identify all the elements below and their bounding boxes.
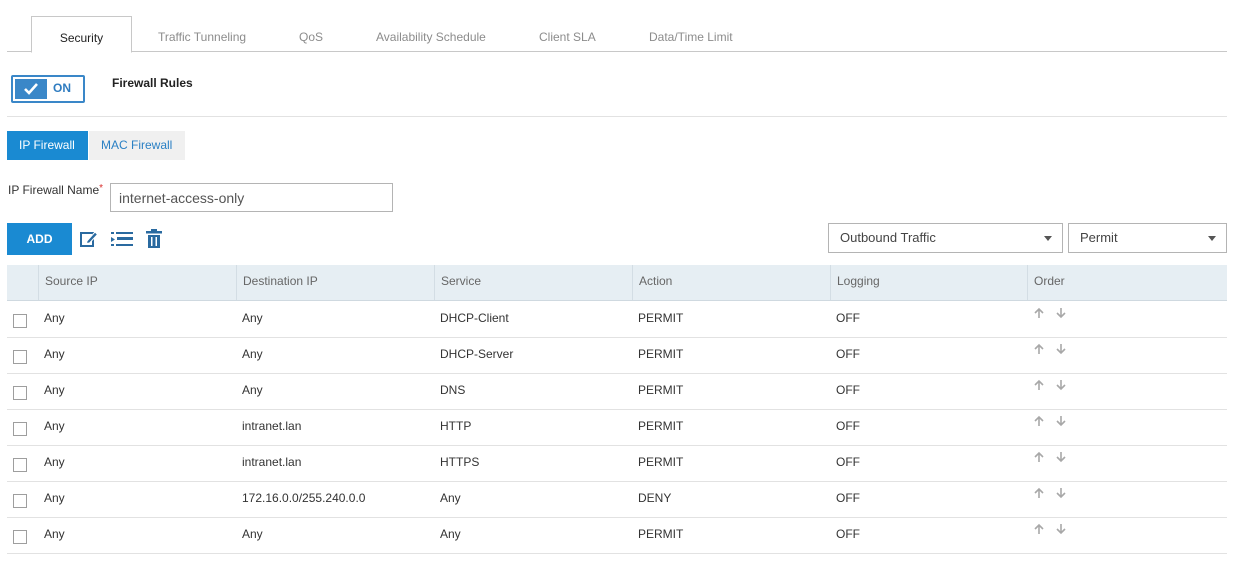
- tab-qos[interactable]: QoS: [299, 16, 323, 50]
- table-row[interactable]: Any Any DHCP-Client PERMIT OFF: [7, 301, 1227, 338]
- tab-availability-schedule[interactable]: Availability Schedule: [376, 16, 486, 50]
- cell-service: Any: [440, 491, 461, 505]
- move-up-icon[interactable]: [1033, 451, 1045, 463]
- cell-service: DHCP-Client: [440, 311, 509, 325]
- traffic-direction-value: Outbound Traffic: [840, 230, 936, 245]
- cell-destination: intranet.lan: [242, 419, 302, 433]
- move-up-icon[interactable]: [1033, 487, 1045, 499]
- ip-firewall-name-label: IP Firewall Name*: [8, 183, 103, 197]
- add-button[interactable]: ADD: [7, 223, 72, 255]
- cell-source: Any: [44, 455, 65, 469]
- row-checkbox[interactable]: [13, 458, 27, 472]
- cell-logging: OFF: [836, 419, 860, 433]
- cell-logging: OFF: [836, 383, 860, 397]
- move-down-icon[interactable]: [1055, 343, 1067, 355]
- move-down-icon[interactable]: [1055, 307, 1067, 319]
- cell-action: PERMIT: [638, 383, 684, 397]
- move-down-icon[interactable]: [1055, 523, 1067, 535]
- cell-logging: OFF: [836, 491, 860, 505]
- row-checkbox[interactable]: [13, 350, 27, 364]
- edit-icon[interactable]: [79, 229, 99, 249]
- toggle-knob: [15, 79, 47, 99]
- move-up-icon[interactable]: [1033, 415, 1045, 427]
- cell-destination: intranet.lan: [242, 455, 302, 469]
- cell-action: PERMIT: [638, 455, 684, 469]
- cell-source: Any: [44, 491, 65, 505]
- cell-destination: Any: [242, 311, 263, 325]
- table-header: Source IP Destination IP Service Action …: [7, 265, 1227, 301]
- subtab-ip-firewall[interactable]: IP Firewall: [7, 131, 88, 160]
- move-up-icon[interactable]: [1033, 343, 1045, 355]
- cell-logging: OFF: [836, 311, 860, 325]
- cell-destination: Any: [242, 347, 263, 361]
- column-header-source-ip[interactable]: Source IP: [38, 265, 236, 300]
- cell-logging: OFF: [836, 455, 860, 469]
- row-checkbox[interactable]: [13, 386, 27, 400]
- cell-source: Any: [44, 347, 65, 361]
- cell-destination: Any: [242, 527, 263, 541]
- move-up-icon[interactable]: [1033, 523, 1045, 535]
- column-header-order[interactable]: Order: [1027, 265, 1227, 300]
- tab-traffic-tunneling[interactable]: Traffic Tunneling: [158, 16, 246, 50]
- column-header-logging[interactable]: Logging: [830, 265, 1028, 300]
- required-mark: *: [99, 183, 104, 194]
- cell-action: PERMIT: [638, 419, 684, 433]
- list-icon[interactable]: [110, 229, 134, 249]
- move-down-icon[interactable]: [1055, 379, 1067, 391]
- chevron-down-icon: [1208, 236, 1216, 241]
- chevron-down-icon: [1044, 236, 1052, 241]
- toggle-label: ON: [53, 81, 71, 95]
- table-row[interactable]: Any intranet.lan HTTPS PERMIT OFF: [7, 445, 1227, 482]
- action-select[interactable]: Permit: [1068, 223, 1227, 253]
- cell-service: DNS: [440, 383, 466, 397]
- row-checkbox[interactable]: [13, 422, 27, 436]
- cell-service: HTTPS: [440, 455, 480, 469]
- action-value: Permit: [1080, 230, 1118, 245]
- cell-action: DENY: [638, 491, 672, 505]
- name-label-text: IP Firewall Name: [8, 183, 100, 197]
- column-header-service[interactable]: Service: [434, 265, 632, 300]
- table-row[interactable]: Any Any DHCP-Server PERMIT OFF: [7, 337, 1227, 374]
- move-down-icon[interactable]: [1055, 415, 1067, 427]
- move-up-icon[interactable]: [1033, 307, 1045, 319]
- column-header-destination-ip[interactable]: Destination IP: [236, 265, 434, 300]
- trash-icon[interactable]: [146, 229, 166, 249]
- cell-source: Any: [44, 419, 65, 433]
- cell-action: PERMIT: [638, 347, 684, 361]
- tab-data-time-limit[interactable]: Data/Time Limit: [649, 16, 733, 50]
- tab-client-sla[interactable]: Client SLA: [539, 16, 596, 50]
- table-row[interactable]: Any Any DNS PERMIT OFF: [7, 373, 1227, 410]
- row-checkbox[interactable]: [13, 494, 27, 508]
- cell-source: Any: [44, 311, 65, 325]
- column-header-action[interactable]: Action: [632, 265, 830, 300]
- cell-logging: OFF: [836, 347, 860, 361]
- cell-destination: Any: [242, 383, 263, 397]
- tab-bar: Security Traffic Tunneling QoS Availabil…: [7, 0, 1227, 53]
- cell-service: HTTP: [440, 419, 472, 433]
- check-icon: [24, 83, 38, 95]
- firewall-toggle[interactable]: ON: [11, 75, 85, 103]
- move-down-icon[interactable]: [1055, 487, 1067, 499]
- row-checkbox[interactable]: [13, 314, 27, 328]
- divider: [7, 116, 1227, 117]
- firewall-rules-title: Firewall Rules: [112, 76, 193, 90]
- cell-service: Any: [440, 527, 461, 541]
- table-row[interactable]: Any 172.16.0.0/255.240.0.0 Any DENY OFF: [7, 481, 1227, 518]
- move-up-icon[interactable]: [1033, 379, 1045, 391]
- cell-destination: 172.16.0.0/255.240.0.0: [242, 491, 366, 505]
- table-row[interactable]: Any intranet.lan HTTP PERMIT OFF: [7, 409, 1227, 446]
- subtab-mac-firewall[interactable]: MAC Firewall: [89, 131, 185, 160]
- tab-security[interactable]: Security: [31, 16, 132, 53]
- traffic-direction-select[interactable]: Outbound Traffic: [828, 223, 1063, 253]
- move-down-icon[interactable]: [1055, 451, 1067, 463]
- ip-firewall-name-input[interactable]: [110, 183, 393, 212]
- row-checkbox[interactable]: [13, 530, 27, 544]
- cell-action: PERMIT: [638, 527, 684, 541]
- table-row[interactable]: Any Any Any PERMIT OFF: [7, 517, 1227, 554]
- cell-source: Any: [44, 527, 65, 541]
- cell-logging: OFF: [836, 527, 860, 541]
- cell-source: Any: [44, 383, 65, 397]
- cell-service: DHCP-Server: [440, 347, 514, 361]
- cell-action: PERMIT: [638, 311, 684, 325]
